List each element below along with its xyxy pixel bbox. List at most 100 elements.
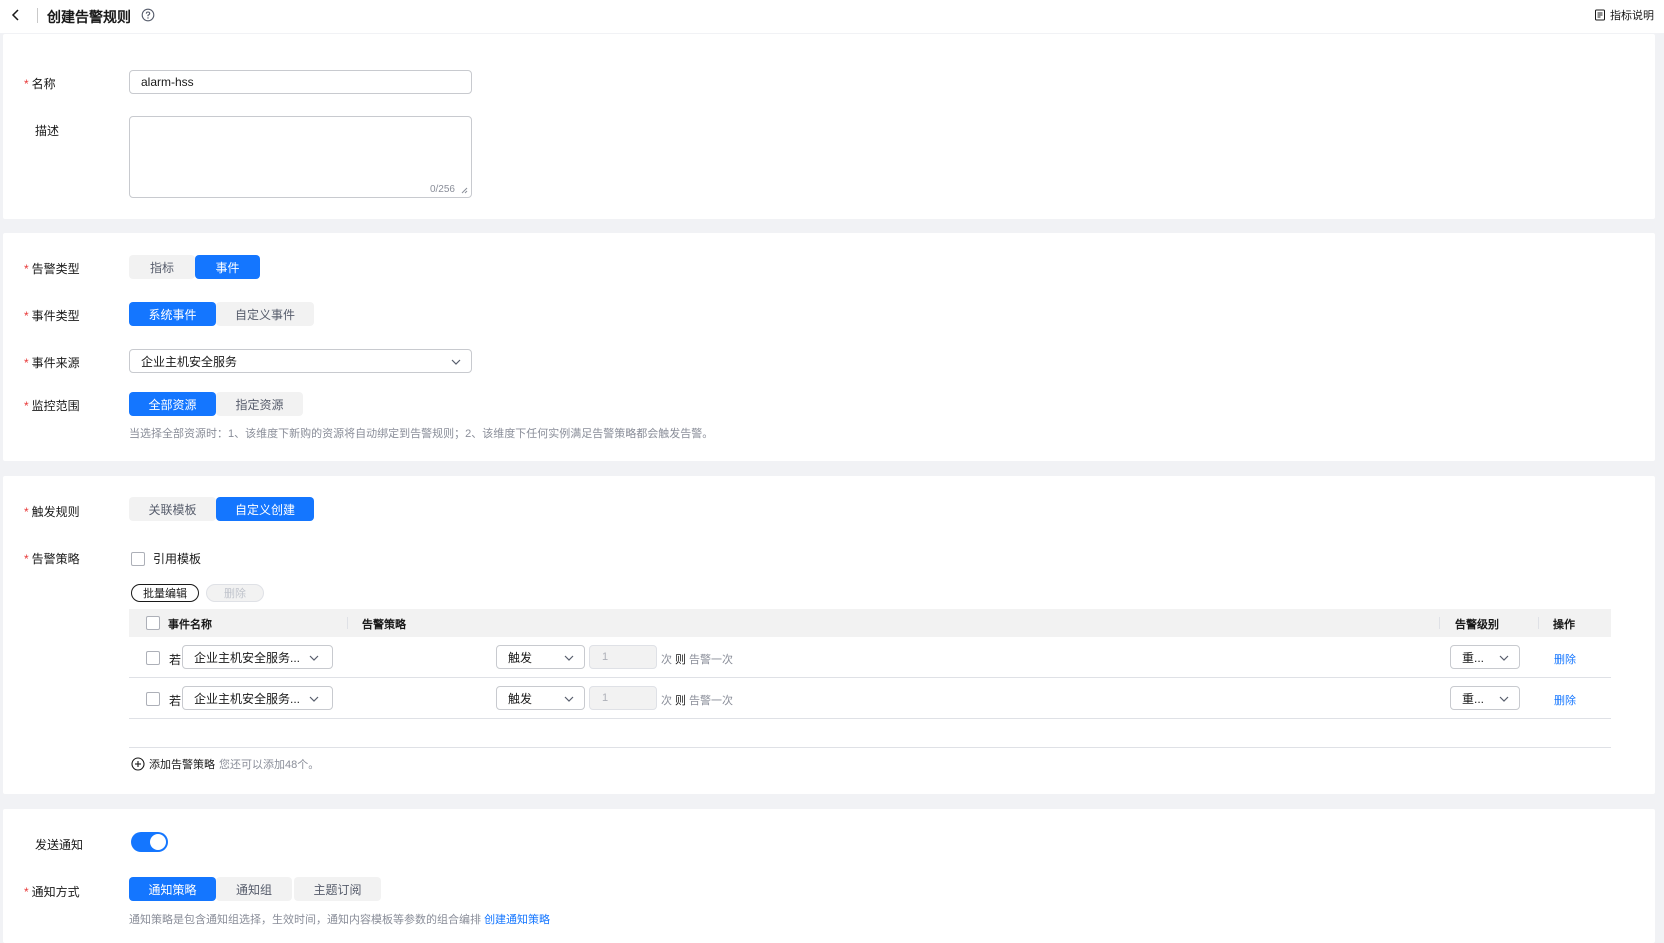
event-type-custom[interactable]: 自定义事件 xyxy=(216,302,314,326)
event-source-select[interactable]: 企业主机安全服务 xyxy=(129,349,472,373)
notify-method-group[interactable]: 通知组 xyxy=(216,877,292,901)
resize-handle-icon[interactable] xyxy=(461,187,468,194)
notify-method-hint: 通知策略是包含通知组选择，生效时间，通知内容模板等参数的组合编排 创建通知策略 xyxy=(129,911,550,927)
description-textarea[interactable]: 0/256 xyxy=(129,116,472,198)
toggle-knob xyxy=(150,834,166,850)
times-unit: 次 xyxy=(661,695,672,707)
col-divider xyxy=(1538,617,1539,629)
required-mark: * xyxy=(24,309,29,323)
event-name-select[interactable]: 企业主机安全服务... xyxy=(182,645,333,669)
add-remaining-hint: 您还可以添加48个。 xyxy=(219,759,320,771)
event-type-system[interactable]: 系统事件 xyxy=(129,302,216,326)
times-unit: 次 xyxy=(661,654,672,666)
times-input: 1 xyxy=(589,686,657,710)
notify-hint-text: 通知策略是包含通知组选择，生效时间，通知内容模板等参数的组合编排 xyxy=(129,914,481,926)
notify-method-policy[interactable]: 通知策略 xyxy=(129,877,216,901)
row-checkbox[interactable] xyxy=(146,692,160,706)
policy-table-header: 事件名称 告警策略 告警级别 操作 xyxy=(129,609,1611,637)
col-divider xyxy=(347,617,348,629)
document-icon xyxy=(1595,9,1605,21)
alarm-type-metric[interactable]: 指标 xyxy=(129,255,195,279)
help-icon[interactable] xyxy=(141,8,155,22)
send-notification-toggle[interactable] xyxy=(131,832,168,852)
required-mark: * xyxy=(24,885,29,899)
scope-all-resources[interactable]: 全部资源 xyxy=(129,392,216,416)
chevron-down-icon xyxy=(1499,696,1509,702)
metric-doc-label: 指标说明 xyxy=(1610,10,1654,22)
notify-method-topic[interactable]: 主题订阅 xyxy=(294,877,381,901)
send-notification-label: 发送通知 xyxy=(35,838,84,852)
add-policy-button[interactable]: 添加告警策略 xyxy=(149,756,215,772)
if-label: 若 xyxy=(169,653,182,667)
chevron-down-icon xyxy=(309,696,319,702)
name-value: alarm-hss xyxy=(141,75,194,89)
notify-method-segment: 通知策略 通知组 主题订阅 xyxy=(129,877,381,901)
col-level: 告警级别 xyxy=(1455,619,1499,631)
alarm-type-segment: 指标 事件 xyxy=(129,255,260,279)
plus-circle-icon[interactable] xyxy=(131,757,145,771)
batch-edit-button[interactable]: 批量编辑 xyxy=(131,584,199,602)
add-policy-row: 添加告警策略 您还可以添加48个。 xyxy=(131,756,319,772)
col-policy: 告警策略 xyxy=(362,619,406,631)
table-row: 若 企业主机安全服务... 触发 1 次 则 告警一次 重... 删除 xyxy=(129,678,1611,719)
row-delete-link[interactable]: 删除 xyxy=(1554,651,1576,667)
metric-doc-link[interactable]: 指标说明 xyxy=(1594,7,1654,23)
alert-once-text: 告警一次 xyxy=(689,654,733,666)
trigger-value: 触发 xyxy=(508,691,533,706)
alarm-level-select[interactable]: 重... xyxy=(1450,645,1520,669)
use-template-option[interactable]: 引用模板 xyxy=(131,550,201,567)
scope-hint: 当选择全部资源时：1、该维度下新购的资源将自动绑定到告警规则；2、该维度下任何实… xyxy=(129,428,714,440)
alarm-type-label: * 告警类型 xyxy=(24,262,80,276)
chevron-down-icon xyxy=(1499,655,1509,661)
chevron-down-icon xyxy=(564,696,574,702)
scope-specific-resources[interactable]: 指定资源 xyxy=(216,392,303,416)
row-delete-link[interactable]: 删除 xyxy=(1554,692,1576,708)
chevron-left-icon[interactable] xyxy=(8,7,24,23)
then-label: 则 xyxy=(675,654,686,666)
required-mark: * xyxy=(24,505,29,519)
chevron-down-icon xyxy=(564,655,574,661)
select-all-checkbox[interactable] xyxy=(146,616,160,630)
event-type-segment: 系统事件 自定义事件 xyxy=(129,302,314,326)
required-mark: * xyxy=(24,77,29,91)
alarm-level-value: 重... xyxy=(1462,691,1485,706)
trigger-select[interactable]: 触发 xyxy=(496,686,585,710)
required-mark: * xyxy=(24,356,29,370)
then-label: 则 xyxy=(675,695,686,707)
required-mark: * xyxy=(24,262,29,276)
times-value: 1 xyxy=(602,651,609,663)
description-char-count: 0/256 xyxy=(429,184,455,195)
alarm-level-value: 重... xyxy=(1462,650,1485,665)
create-notify-policy-link[interactable]: 创建通知策略 xyxy=(484,914,550,926)
event-source-label: * 事件来源 xyxy=(24,356,80,370)
description-label: 描述 xyxy=(35,124,60,138)
trigger-value: 触发 xyxy=(508,650,533,665)
alert-once-text: 告警一次 xyxy=(689,695,733,707)
chevron-down-icon xyxy=(451,359,461,365)
name-label: * 名称 xyxy=(24,77,56,91)
event-name-select[interactable]: 企业主机安全服务... xyxy=(182,686,333,710)
monitor-scope-segment: 全部资源 指定资源 xyxy=(129,392,303,416)
event-name-value: 企业主机安全服务... xyxy=(194,650,301,665)
title-divider xyxy=(37,8,38,23)
alarm-level-select[interactable]: 重... xyxy=(1450,686,1520,710)
required-mark: * xyxy=(24,399,29,413)
trigger-select[interactable]: 触发 xyxy=(496,645,585,669)
event-source-value: 企业主机安全服务 xyxy=(141,354,238,369)
name-input[interactable]: alarm-hss xyxy=(129,70,472,94)
trigger-custom-create[interactable]: 自定义创建 xyxy=(216,497,314,521)
delete-disabled-button: 删除 xyxy=(206,584,264,602)
use-template-checkbox[interactable] xyxy=(131,551,145,566)
row-checkbox[interactable] xyxy=(146,651,160,665)
monitor-scope-label: * 监控范围 xyxy=(24,399,80,413)
trigger-associate-template[interactable]: 关联模板 xyxy=(129,497,216,521)
notify-method-label: * 通知方式 xyxy=(24,885,80,899)
if-label: 若 xyxy=(169,694,182,708)
times-value: 1 xyxy=(602,692,609,704)
trigger-rule-label: * 触发规则 xyxy=(24,505,80,519)
alarm-type-event[interactable]: 事件 xyxy=(195,255,260,279)
required-mark: * xyxy=(24,552,29,566)
table-footer-divider xyxy=(129,747,1611,748)
col-event-name: 事件名称 xyxy=(168,619,212,631)
chevron-down-icon xyxy=(309,655,319,661)
